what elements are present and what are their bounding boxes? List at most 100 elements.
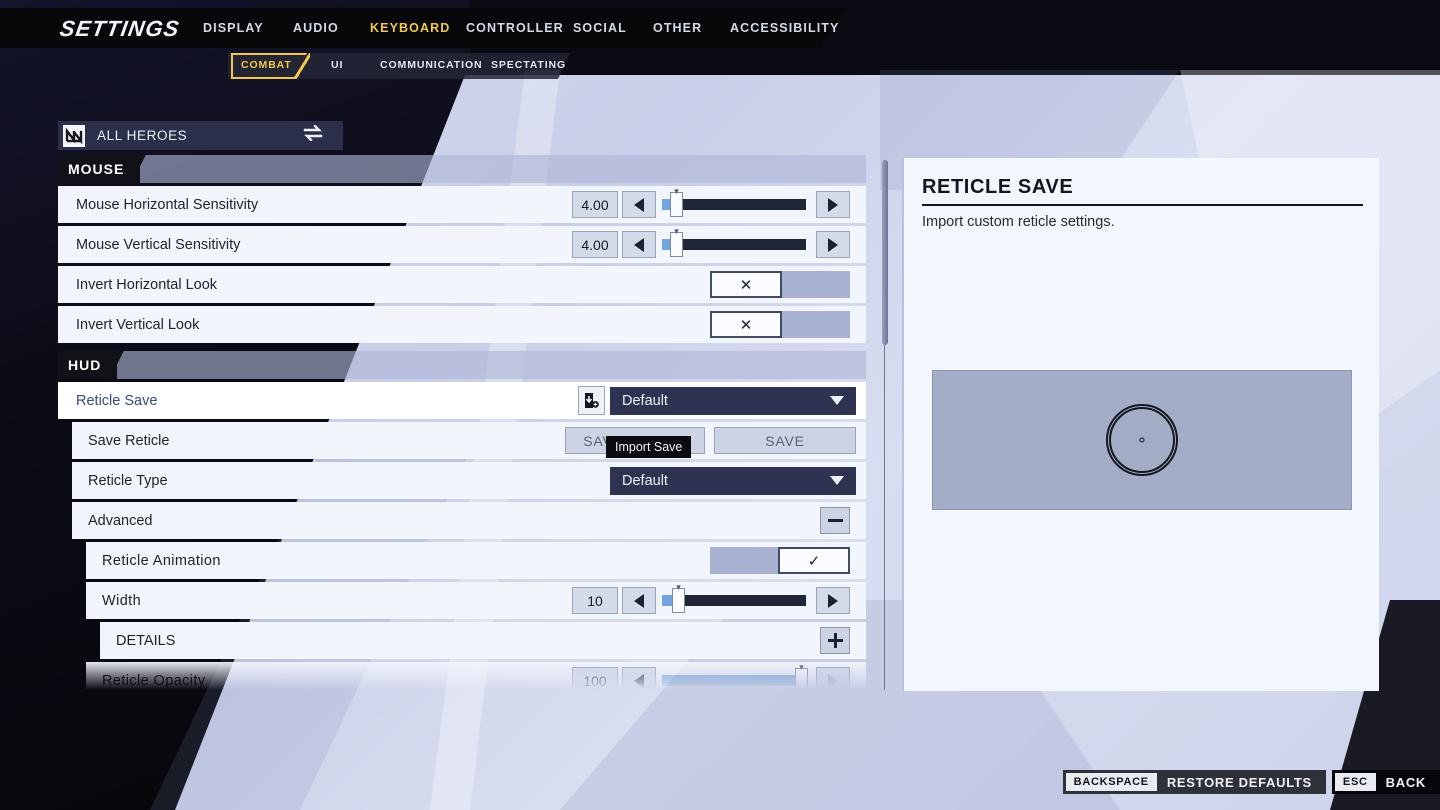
width-slider[interactable]: ▾ bbox=[662, 583, 806, 614]
value-box[interactable]: 4.00 bbox=[572, 231, 618, 258]
sub-tab-spectating[interactable]: SPECTATING bbox=[491, 59, 566, 71]
slider-thumb[interactable]: ▾ bbox=[672, 583, 685, 613]
row-label: Reticle Save bbox=[76, 392, 158, 409]
row-control: 4.00 ▾ bbox=[572, 186, 866, 223]
row-invert-vertical-look[interactable]: Invert Vertical Look ✕ bbox=[58, 306, 866, 343]
slider-tick-marker: ▾ bbox=[674, 226, 679, 236]
row-label: Save Reticle bbox=[88, 432, 170, 449]
minus-icon bbox=[827, 513, 843, 528]
hero-selector[interactable]: ALL HEROES bbox=[58, 121, 343, 150]
sub-tab-combat[interactable]: COMBAT bbox=[241, 59, 292, 71]
invert-horizontal-look-toggle[interactable]: ✕ bbox=[710, 271, 850, 298]
row-label: Width bbox=[102, 592, 142, 609]
increment-button[interactable] bbox=[816, 191, 850, 218]
increment-button[interactable] bbox=[816, 231, 850, 258]
row-control: Default bbox=[578, 382, 856, 419]
chevron-down-icon bbox=[830, 396, 844, 405]
value-box[interactable]: 100 bbox=[572, 667, 618, 694]
row-control: ✕ bbox=[710, 266, 850, 303]
sensitivity-slider[interactable]: ▾ bbox=[662, 187, 806, 218]
section-header-hud: HUD bbox=[58, 351, 866, 379]
dropdown-value: Default bbox=[622, 472, 668, 489]
info-panel: RETICLE SAVE Import custom reticle setti… bbox=[902, 158, 1379, 691]
row-control: ✕ bbox=[710, 306, 850, 343]
main-tab-accessibility[interactable]: ACCESSIBILITY bbox=[730, 21, 839, 35]
slider-thumb[interactable]: ▾ bbox=[670, 187, 683, 217]
toggle-off-half[interactable]: ✕ bbox=[710, 311, 782, 338]
reticle-preview-box bbox=[932, 370, 1352, 510]
details-expand-button[interactable] bbox=[820, 627, 850, 654]
reticle-center-dot bbox=[1139, 437, 1145, 443]
row-mouse-horizontal-sensitivity[interactable]: Mouse Horizontal Sensitivity 4.00 ▾ bbox=[58, 186, 866, 223]
section-header-mouse: MOUSE bbox=[58, 155, 866, 183]
toggle-on-half[interactable] bbox=[782, 311, 850, 338]
hero-selector-label: ALL HEROES bbox=[97, 128, 188, 143]
toggle-on-half[interactable]: ✓ bbox=[778, 547, 850, 574]
invert-vertical-look-toggle[interactable]: ✕ bbox=[710, 311, 850, 338]
slider-thumb[interactable]: ▾ bbox=[795, 663, 808, 693]
row-control bbox=[820, 622, 850, 659]
dropdown-value: Default bbox=[622, 392, 668, 409]
main-tab-keyboard[interactable]: KEYBOARD bbox=[370, 21, 450, 35]
import-save-icon[interactable] bbox=[578, 386, 605, 415]
row-details[interactable]: DETAILS bbox=[100, 622, 866, 659]
row-reticle-save[interactable]: Reticle Save Default bbox=[58, 382, 866, 419]
section-title: HUD bbox=[58, 351, 118, 379]
settings-scrollbar[interactable] bbox=[882, 160, 888, 690]
main-tab-controller[interactable]: CONTROLLER bbox=[466, 21, 564, 35]
reticle-save-dropdown[interactable]: Default bbox=[610, 386, 856, 415]
swap-arrows-icon[interactable] bbox=[303, 124, 323, 146]
increment-button[interactable] bbox=[816, 587, 850, 614]
settings-list: MOUSE Mouse Horizontal Sensitivity 4.00 … bbox=[58, 155, 888, 699]
toggle-off-half[interactable] bbox=[710, 547, 778, 574]
row-control: Default bbox=[610, 462, 856, 499]
advanced-collapse-button[interactable] bbox=[820, 507, 850, 534]
toggle-on-half[interactable] bbox=[782, 271, 850, 298]
main-tab-audio[interactable]: AUDIO bbox=[293, 21, 339, 35]
row-mouse-vertical-sensitivity[interactable]: Mouse Vertical Sensitivity 4.00 ▾ bbox=[58, 226, 866, 263]
info-panel-divider bbox=[922, 204, 1363, 206]
section-slash bbox=[134, 155, 148, 183]
increment-button[interactable] bbox=[816, 667, 850, 694]
row-width[interactable]: Width 10 ▾ bbox=[86, 582, 866, 619]
hint-restore-defaults[interactable]: BACKSPACE RESTORE DEFAULTS bbox=[1062, 770, 1326, 794]
toggle-off-half[interactable]: ✕ bbox=[710, 271, 782, 298]
decrement-button[interactable] bbox=[622, 191, 656, 218]
row-label: Reticle Opacity bbox=[102, 672, 206, 689]
slider-thumb[interactable]: ▾ bbox=[670, 227, 683, 257]
main-tab-other[interactable]: OTHER bbox=[653, 21, 702, 35]
row-label: Invert Horizontal Look bbox=[76, 276, 218, 293]
row-reticle-animation[interactable]: Reticle Animation ✓ bbox=[86, 542, 866, 579]
decrement-button[interactable] bbox=[622, 587, 656, 614]
row-label: Reticle Animation bbox=[102, 552, 221, 569]
row-control: ✓ bbox=[710, 542, 850, 579]
reticle-animation-toggle[interactable]: ✓ bbox=[710, 547, 850, 574]
opacity-slider[interactable]: ▾ bbox=[662, 663, 808, 694]
main-tab-social[interactable]: SOCIAL bbox=[573, 21, 627, 35]
sensitivity-slider[interactable]: ▾ bbox=[662, 227, 806, 258]
page-title: SETTINGS bbox=[58, 16, 182, 41]
plus-icon bbox=[827, 633, 843, 648]
hint-back[interactable]: ESC BACK bbox=[1331, 770, 1440, 794]
row-advanced[interactable]: Advanced bbox=[72, 502, 866, 539]
decrement-button[interactable] bbox=[622, 667, 656, 694]
scrollbar-thumb[interactable] bbox=[882, 160, 888, 345]
slider-tick-marker: ▾ bbox=[799, 662, 804, 672]
hint-key-esc: ESC bbox=[1334, 773, 1376, 791]
main-tab-display[interactable]: DISPLAY bbox=[203, 21, 264, 35]
row-label: Mouse Horizontal Sensitivity bbox=[76, 196, 259, 213]
save-button[interactable]: SAVE bbox=[714, 427, 856, 454]
sub-tab-active-edge bbox=[294, 53, 310, 79]
row-invert-horizontal-look[interactable]: Invert Horizontal Look ✕ bbox=[58, 266, 866, 303]
sub-tab-communication[interactable]: COMMUNICATION bbox=[380, 59, 483, 71]
reticle-type-dropdown[interactable]: Default bbox=[610, 466, 856, 495]
value-box[interactable]: 4.00 bbox=[572, 191, 618, 218]
row-label: Advanced bbox=[88, 512, 153, 529]
sub-tab-ui[interactable]: UI bbox=[331, 59, 343, 71]
row-reticle-type[interactable]: Reticle Type Default bbox=[72, 462, 866, 499]
value-box[interactable]: 10 bbox=[572, 587, 618, 614]
section-title: MOUSE bbox=[58, 155, 141, 183]
decrement-button[interactable] bbox=[622, 231, 656, 258]
row-save-reticle[interactable]: Save Reticle SAVE AS NEW SAVE bbox=[72, 422, 866, 459]
tooltip: Import Save bbox=[606, 436, 692, 458]
